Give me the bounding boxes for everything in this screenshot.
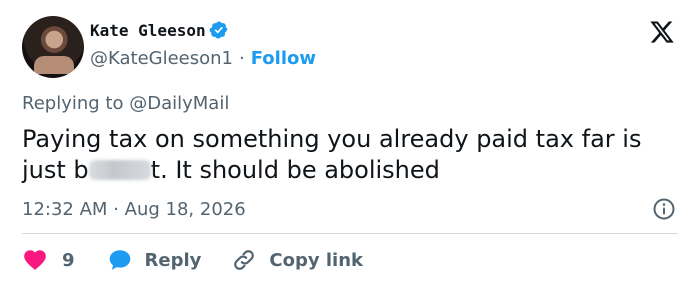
author-handle[interactable]: @KateGleeson1	[90, 48, 233, 69]
heart-icon	[24, 250, 46, 270]
post-date: Aug 18, 2026	[124, 199, 246, 220]
post-text-part2: t. It should be abolished	[150, 156, 440, 184]
handle-row: @KateGleeson1 · Follow	[90, 48, 316, 69]
author-row: Kate Gleeson	[90, 20, 229, 40]
post-time: 12:32 AM	[22, 199, 108, 220]
post-timestamp[interactable]: 12:32 AM · Aug 18, 2026	[22, 199, 246, 220]
verified-badge-icon	[209, 21, 228, 39]
censored-word-blur	[88, 160, 151, 180]
divider	[22, 233, 678, 234]
post-text: Paying tax on something you already paid…	[22, 124, 682, 186]
copy-link-button[interactable]: Copy link	[231, 247, 363, 273]
x-logo-icon[interactable]	[648, 19, 676, 45]
reply-bubble-icon	[109, 250, 130, 270]
link-icon	[234, 250, 255, 270]
reply-label: Reply	[144, 249, 202, 271]
copy-link-label: Copy link	[269, 249, 363, 271]
timestamp-separator: ·	[113, 199, 119, 220]
replying-to: Replying to @DailyMail	[22, 93, 229, 114]
action-bar: 9 Reply Copy link	[22, 247, 363, 273]
reply-button[interactable]: Reply	[107, 247, 202, 273]
handle-separator: ·	[239, 48, 245, 69]
replying-to-label: Replying to	[22, 93, 124, 114]
follow-button[interactable]: Follow	[251, 48, 316, 69]
info-icon[interactable]	[652, 197, 676, 221]
avatar[interactable]	[22, 16, 84, 78]
like-button[interactable]: 9	[22, 247, 75, 273]
like-count: 9	[62, 249, 75, 271]
mention-link[interactable]: @DailyMail	[129, 93, 229, 114]
author-name[interactable]: Kate Gleeson	[90, 21, 206, 40]
